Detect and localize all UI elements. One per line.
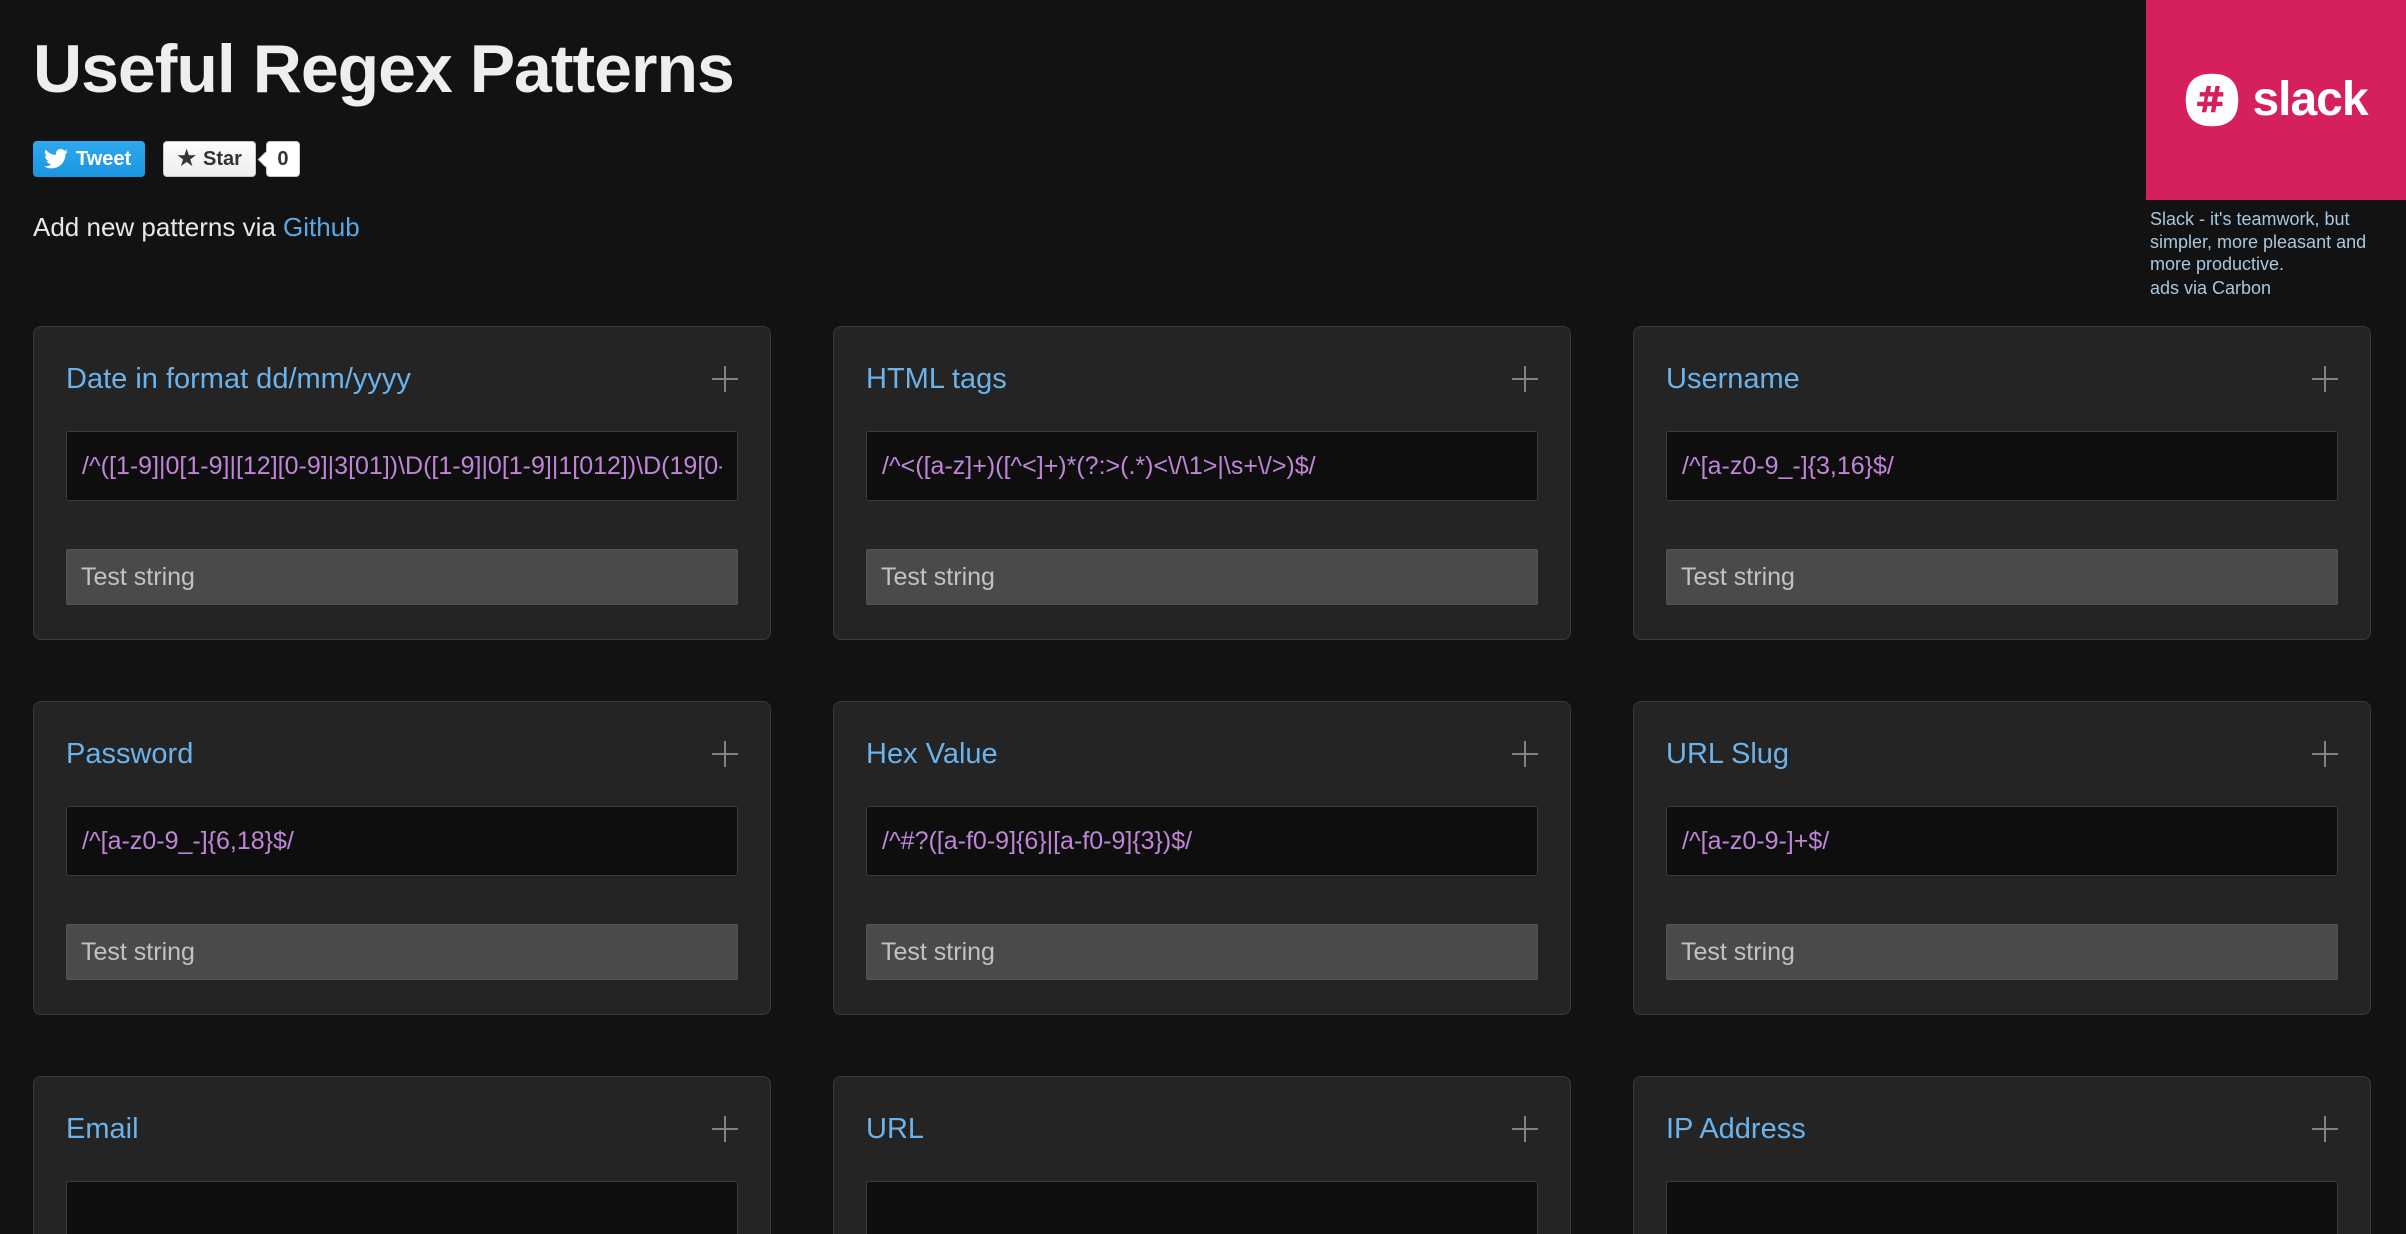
regex-input[interactable]: /^<([a-z]+)([^<]+)*(?:>(.*)<\/\1>|\s+\/>… (866, 431, 1538, 501)
plus-icon[interactable] (712, 741, 738, 767)
plus-icon[interactable] (712, 366, 738, 392)
test-string-placeholder: Test string (881, 937, 995, 966)
pattern-card-title: URL Slug (1666, 737, 1790, 770)
regex-input[interactable]: /^[a-z0-9-]+$/ (1666, 806, 2338, 876)
page-title: Useful Regex Patterns (33, 31, 735, 107)
test-string-input[interactable]: Test string (866, 924, 1538, 980)
test-string-input[interactable]: Test string (66, 924, 738, 980)
regex-input[interactable]: /^[a-z0-9_-]{3,16}$/ (1666, 431, 2338, 501)
test-string-placeholder: Test string (881, 562, 995, 591)
pattern-card-title: URL (866, 1112, 925, 1145)
test-string-placeholder: Test string (81, 937, 195, 966)
pattern-card-header: Email (66, 1107, 738, 1151)
test-string-input[interactable]: Test string (66, 549, 738, 605)
test-string-placeholder: Test string (81, 562, 195, 591)
regex-value: /^[a-z0-9_-]{3,16}$/ (1682, 451, 1894, 480)
star-count-wrapper[interactable]: 0 (265, 141, 300, 178)
pattern-card-title: IP Address (1666, 1112, 1806, 1145)
regex-input[interactable] (66, 1181, 738, 1234)
test-string-placeholder: Test string (1681, 562, 1795, 591)
regex-value: /^[a-z0-9_-]{6,18}$/ (82, 826, 294, 855)
regex-input[interactable]: /^([1-9]|0[1-9]|[12][0-9]|3[01])\D([1-9]… (66, 431, 738, 501)
regex-value: /^<([a-z]+)([^<]+)*(?:>(.*)<\/\1>|\s+\/>… (882, 451, 1316, 480)
plus-icon[interactable] (1512, 366, 1538, 392)
pattern-card-header: Password (66, 732, 738, 776)
test-string-placeholder: Test string (1681, 937, 1795, 966)
pattern-card-title: Email (66, 1112, 139, 1145)
pattern-card: URL Slug /^[a-z0-9-]+$/ Test string (1633, 701, 2371, 1015)
carbon-ad-text[interactable]: Slack - it's teamwork, but simpler, more… (2146, 200, 2406, 276)
pattern-card-header: HTML tags (866, 357, 1538, 401)
pattern-card: URLTest string (833, 1076, 1571, 1234)
patterns-grid: Date in format dd/mm/yyyy /^([1-9]|0[1-9]… (33, 326, 2373, 1234)
plus-icon[interactable] (2312, 366, 2338, 392)
carbon-ad-image[interactable]: slack (2146, 0, 2406, 200)
regex-input[interactable] (1666, 1181, 2338, 1234)
pattern-card-title: Username (1666, 362, 1800, 395)
pattern-card-header: Date in format dd/mm/yyyy (66, 357, 738, 401)
star-icon: ★ (177, 146, 197, 170)
pattern-card: HTML tags /^<([a-z]+)([^<]+)*(?:>(.*)<\/\… (833, 326, 1571, 640)
pattern-card-title: Password (66, 737, 194, 770)
pattern-card-header: URL (866, 1107, 1538, 1151)
test-string-input[interactable]: Test string (1666, 924, 2338, 980)
star-button-label: Star (203, 147, 242, 170)
regex-value: /^([1-9]|0[1-9]|[12][0-9]|3[01])\D([1-9]… (82, 451, 722, 480)
pattern-card: Date in format dd/mm/yyyy /^([1-9]|0[1-9]… (33, 326, 771, 640)
pattern-card-title: Hex Value (866, 737, 998, 770)
regex-input[interactable]: /^[a-z0-9_-]{6,18}$/ (66, 806, 738, 876)
pattern-card-title: HTML tags (866, 362, 1007, 395)
slack-wordmark: slack (2252, 73, 2368, 126)
plus-icon[interactable] (2312, 741, 2338, 767)
carbon-ad[interactable]: slack Slack - it's teamwork, but simpler… (2146, 0, 2406, 299)
star-count-badge: 0 (265, 141, 300, 178)
github-link[interactable]: Github (283, 212, 360, 242)
pattern-card-header: Username (1666, 357, 2338, 401)
regex-input[interactable]: /^#?([a-f0-9]{6}|[a-f0-9]{3})$/ (866, 806, 1538, 876)
plus-icon[interactable] (1512, 1116, 1538, 1142)
twitter-bird-icon (44, 149, 68, 169)
test-string-input[interactable]: Test string (866, 549, 1538, 605)
carbon-poweredby-link[interactable]: ads via Carbon (2146, 276, 2406, 299)
pattern-card: Username /^[a-z0-9_-]{3,16}$/ Test string (1633, 326, 2371, 640)
tweet-button[interactable]: Tweet (33, 141, 146, 178)
regex-input[interactable] (866, 1181, 1538, 1234)
plus-icon[interactable] (712, 1116, 738, 1142)
test-string-input[interactable]: Test string (1666, 549, 2338, 605)
star-button[interactable]: ★ Star (163, 141, 256, 178)
add-patterns-text: Add new patterns via (33, 212, 284, 243)
page-header: Useful Regex Patterns Tweet ★ Star 0 Add… (0, 0, 2406, 243)
pattern-card: Hex Value /^#?([a-f0-9]{6}|[a-f0-9]{3})$/… (833, 701, 1571, 1015)
pattern-card: IP AddressTest string (1633, 1076, 2371, 1234)
pattern-card-header: IP Address (1666, 1107, 2338, 1151)
pattern-card-header: URL Slug (1666, 732, 2338, 776)
regex-value: /^[a-z0-9-]+$/ (1682, 826, 1830, 855)
tweet-button-label: Tweet (76, 147, 132, 170)
plus-icon[interactable] (1512, 741, 1538, 767)
pattern-card-title: Date in format dd/mm/yyyy (66, 362, 411, 395)
pattern-card: EmailTest string (33, 1076, 771, 1234)
slack-logo-icon (2186, 73, 2239, 127)
regex-value: /^#?([a-f0-9]{6}|[a-f0-9]{3})$/ (882, 826, 1193, 855)
add-patterns-line: Add new patterns via Github (33, 212, 2406, 243)
pattern-card-header: Hex Value (866, 732, 1538, 776)
plus-icon[interactable] (2312, 1116, 2338, 1142)
social-buttons-row: Tweet ★ Star 0 (33, 139, 2406, 179)
pattern-card: Password /^[a-z0-9_-]{6,18}$/ Test string (33, 701, 771, 1015)
